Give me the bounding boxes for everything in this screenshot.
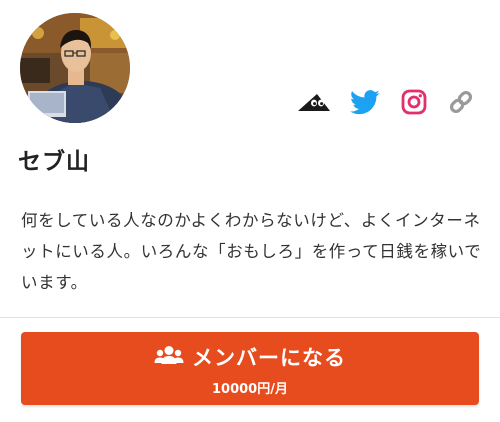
button-content: メンバーになる bbox=[21, 342, 479, 372]
external-link[interactable] bbox=[445, 88, 477, 120]
become-member-label: メンバーになる bbox=[192, 346, 346, 370]
instagram-link[interactable] bbox=[398, 88, 430, 120]
instagram-icon bbox=[401, 89, 427, 119]
twitter-icon bbox=[350, 89, 380, 119]
become-member-button[interactable]: メンバーになる 10000円/月 bbox=[21, 332, 479, 405]
hatena-blog-link[interactable] bbox=[296, 88, 332, 120]
hatena-blog-icon bbox=[297, 91, 331, 117]
avatar[interactable] bbox=[20, 13, 130, 123]
link-icon bbox=[448, 89, 474, 119]
profile-bio: 何をしている人なのかよくわからないけど、よくインターネットにいる人。いろんな「お… bbox=[21, 211, 482, 292]
users-icon bbox=[154, 345, 184, 369]
creator-profile-card: セブ山 何をしている人なのかよくわからないけど、よくインターネットにいる人。いろ… bbox=[0, 0, 500, 422]
twitter-link[interactable] bbox=[348, 88, 382, 120]
divider bbox=[0, 317, 500, 318]
profile-name: セブ山 bbox=[18, 149, 90, 175]
membership-price: 10000円/月 bbox=[212, 382, 288, 397]
